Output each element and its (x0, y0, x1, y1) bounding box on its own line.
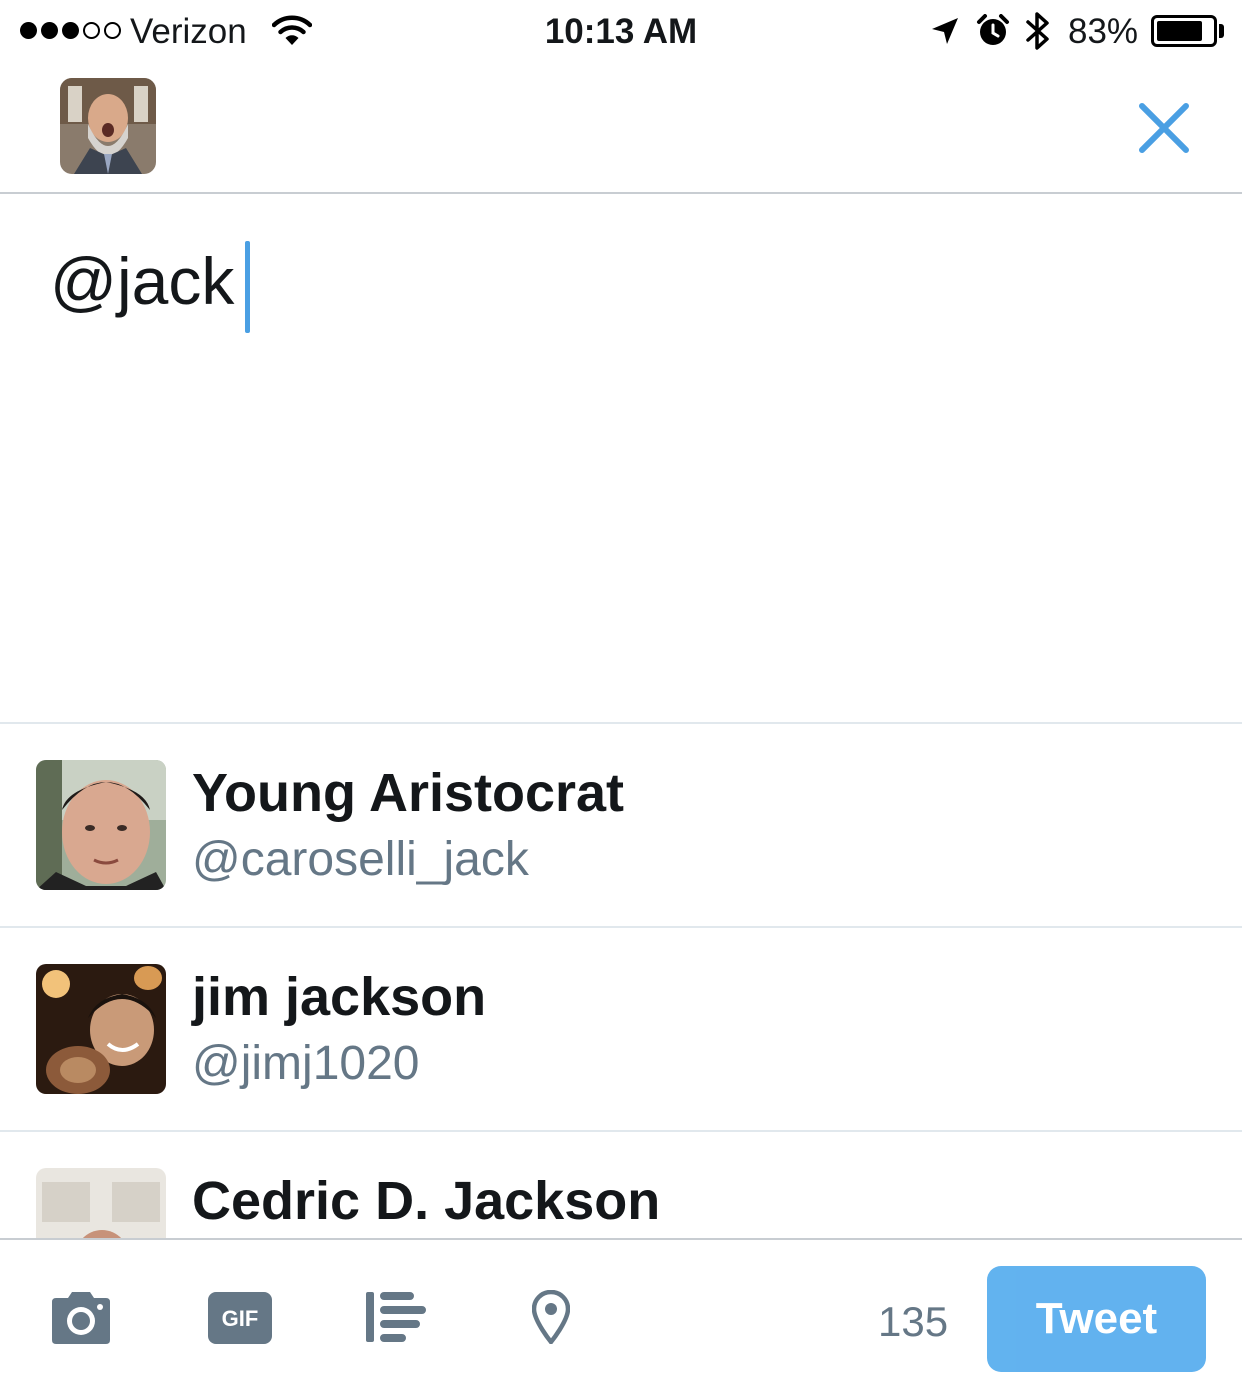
add-gif-button[interactable]: GIF (208, 1292, 272, 1349)
battery-tip (1219, 24, 1224, 38)
text-cursor (245, 241, 250, 333)
avatar (36, 964, 166, 1094)
suggestion-display-name: Cedric D. Jackson (192, 1171, 661, 1231)
compose-toolbar: GIF 135 Tweet (0, 1238, 1242, 1391)
status-time: 10:13 AM (544, 12, 698, 51)
tweet-button[interactable]: Tweet (987, 1266, 1206, 1372)
location-pin-icon (531, 1289, 571, 1346)
suggestion-handle: @caroselli_jack (192, 833, 529, 886)
add-poll-button[interactable] (366, 1292, 426, 1347)
battery-icon (1151, 15, 1217, 47)
list-item[interactable]: Young Aristocrat @caroselli_jack (0, 724, 1242, 928)
suggestion-display-name: jim jackson (192, 967, 487, 1027)
bluetooth-icon (1024, 11, 1052, 56)
suggestion-handle: @jimj1020 (192, 1037, 420, 1090)
suggestion-display-name: Young Aristocrat (192, 763, 625, 823)
compose-header (0, 62, 1242, 194)
alarm-clock-icon (976, 14, 1010, 53)
camera-icon (52, 1292, 110, 1344)
close-button[interactable] (1132, 96, 1196, 160)
add-location-button[interactable] (531, 1289, 571, 1349)
list-item[interactable]: jim jackson @jimj1020 (0, 928, 1242, 1132)
battery-percentage: 83% (1068, 12, 1139, 51)
status-bar: Verizon 10:13 AM 83% (0, 0, 1242, 62)
gif-icon: GIF (208, 1292, 272, 1344)
list-item[interactable]: Cedric D. Jackson (0, 1132, 1242, 1240)
mention-suggestions-list: Young Aristocrat @caroselli_jack jim jac… (0, 722, 1242, 1240)
close-icon (1139, 103, 1189, 153)
add-photo-button[interactable] (48, 1292, 114, 1349)
tweet-text-input[interactable]: @jack (50, 248, 234, 314)
gif-label: GIF (222, 1306, 259, 1331)
poll-icon (366, 1292, 426, 1342)
character-count: 135 (878, 1298, 949, 1345)
user-avatar[interactable] (60, 78, 156, 174)
avatar (36, 760, 166, 890)
avatar (36, 1168, 166, 1240)
location-arrow-icon (930, 16, 960, 51)
